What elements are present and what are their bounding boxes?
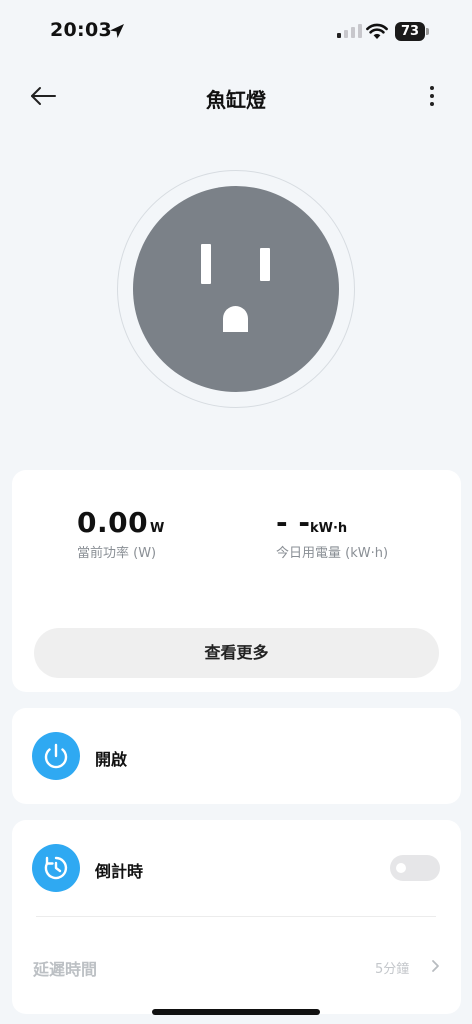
chevron-right-icon[interactable] [431,959,441,973]
divider [36,916,436,917]
cellular-signal-icon [337,24,362,38]
current-power-value: 0.00 [77,506,149,539]
current-power-label: 當前功率 (W) [77,546,157,561]
socket-slot-left [201,244,211,284]
toggle-knob [396,863,406,873]
battery-level: 73 [395,22,425,41]
socket-face [133,186,339,392]
socket-ground-hole [223,306,248,332]
battery-icon: 73 [395,22,429,41]
today-usage-unit: kW·h [310,521,348,536]
status-time: 20:03 [50,19,112,41]
delay-time-label[interactable]: 延遲時間 [33,956,97,980]
wifi-icon [366,23,388,39]
power-label: 開啟 [95,750,128,769]
power-card[interactable]: 開啟 [12,708,461,804]
timer-card: 倒計時 延遲時間 5分鐘 [12,820,461,1014]
today-usage-label: 今日用電量 (kW·h) [276,546,389,561]
current-power-unit: W [150,521,165,536]
us-outlet-icon[interactable] [117,170,355,408]
location-arrow-icon [110,24,124,38]
view-more-button[interactable]: 查看更多 [34,628,439,678]
page-title: 魚缸燈 [206,88,266,112]
timer-toggle[interactable] [390,855,440,881]
power-icon[interactable] [32,732,80,780]
energy-card: 0.00 W 當前功率 (W) - - kW·h 今日用電量 (kW·h) 查看… [12,470,461,692]
socket-slot-right [260,248,270,281]
countdown-timer-icon[interactable] [32,844,80,892]
delay-time-value[interactable]: 5分鐘 [375,958,409,977]
today-usage-value: - - [276,506,311,539]
home-indicator[interactable] [152,1009,320,1015]
timer-label: 倒計時 [95,862,144,881]
more-vertical-icon[interactable] [418,82,446,110]
status-bar: 20:03 73 [0,0,472,64]
